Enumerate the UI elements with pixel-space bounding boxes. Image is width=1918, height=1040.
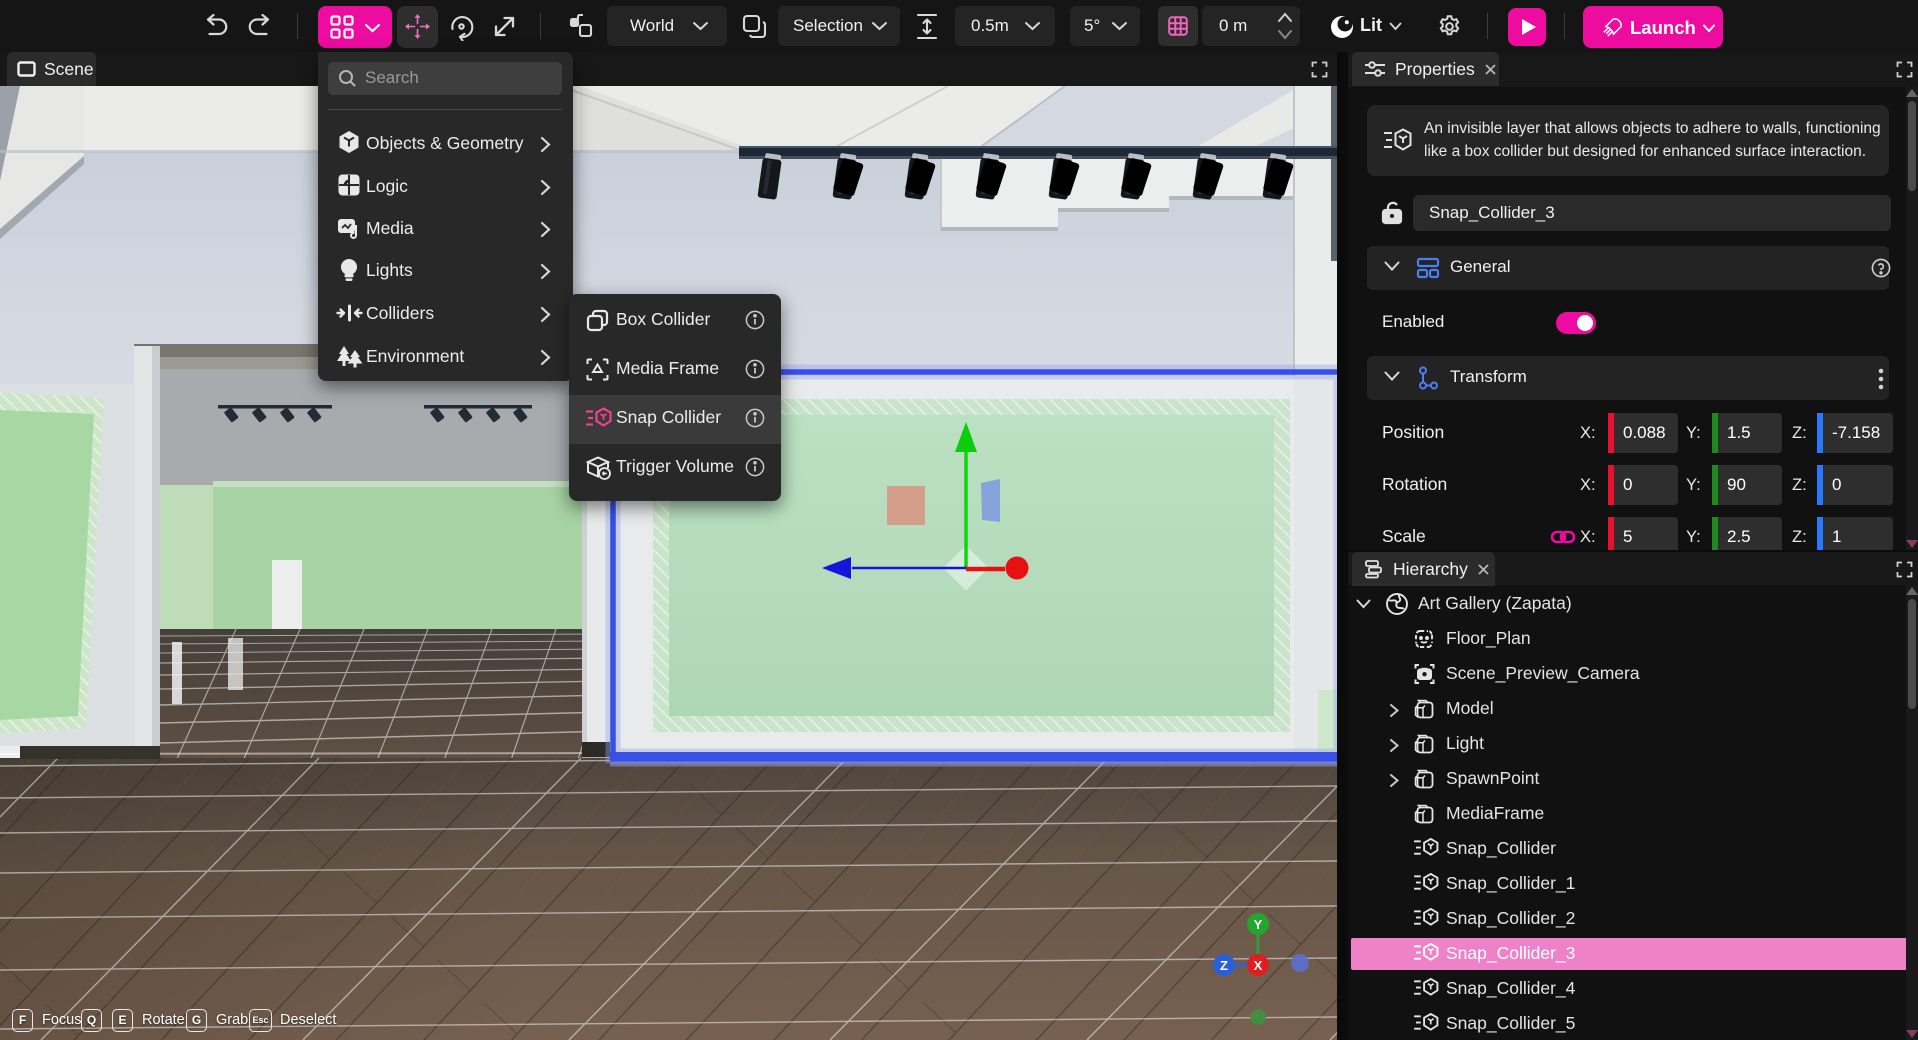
svg-text:X: X (1254, 958, 1263, 973)
svg-text:Y: Y (1254, 917, 1263, 932)
svg-text:Z: Z (1220, 958, 1228, 973)
